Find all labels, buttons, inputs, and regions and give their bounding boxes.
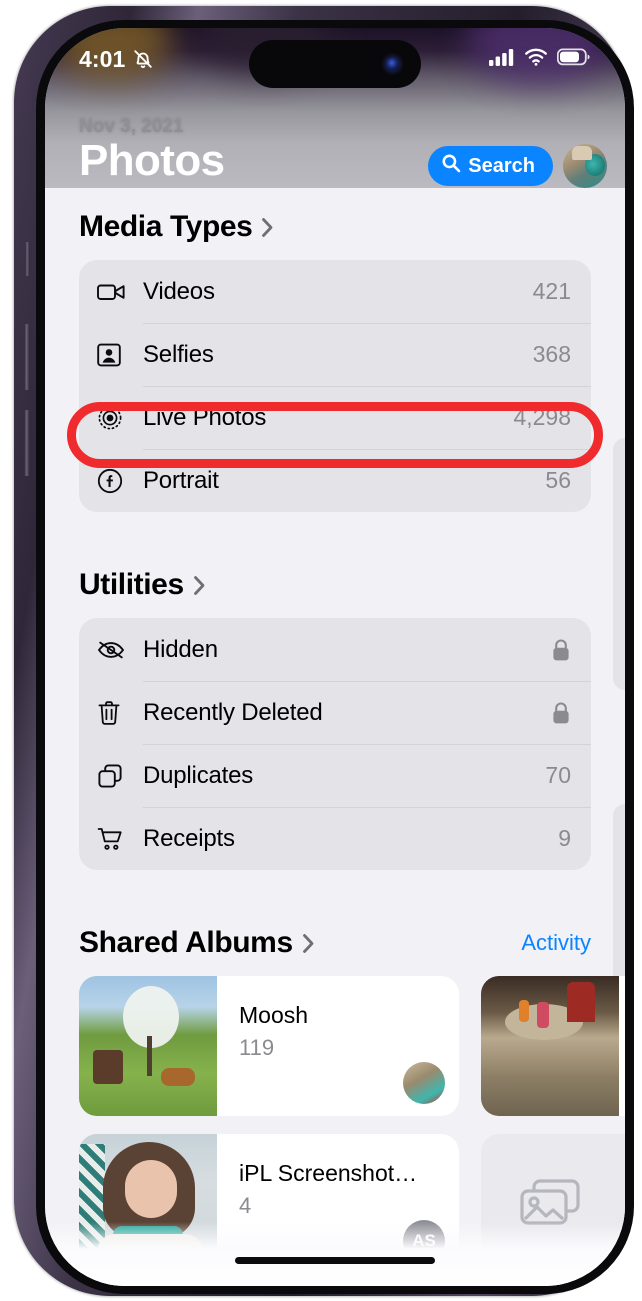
section-header-shared-albums[interactable]: Shared Albums Activity [45,926,625,960]
bell-slash-icon [132,48,154,70]
list-item-label: Hidden [143,635,218,663]
shared-albums-row: Moosh 119 Wow [79,976,625,1116]
list-item-receipts[interactable]: Receipts 9 [79,807,591,870]
list-item-duplicates[interactable]: Duplicates 70 [79,744,591,807]
search-icon [441,153,461,179]
album-participant-avatar [403,1062,445,1104]
trash-icon [97,700,143,726]
lock-icon [551,638,571,662]
front-camera-icon [386,57,399,71]
album-thumbnail-image [79,976,217,1116]
avatar[interactable] [563,144,607,188]
list-item-label: Selfies [143,340,214,368]
status-bar-left: 4:01 [79,46,154,73]
eye-slash-icon [97,639,143,661]
selfie-person-icon [97,343,143,367]
activity-link[interactable]: Activity [521,930,591,956]
album-name: Moosh [239,1002,309,1028]
section-header-utilities[interactable]: Utilities [45,568,625,602]
dynamic-island [249,40,421,88]
list-item-count: 368 [532,341,571,367]
search-button[interactable]: Search [428,146,553,186]
status-bar-right [489,47,593,71]
portrait-f-icon [97,468,143,494]
list-item-label: Live Photos [143,403,267,431]
nav-date-label: Nov 3, 2021 [79,116,184,137]
video-camera-icon [97,281,143,303]
list-item-count: 70 [545,762,571,788]
album-info: Moosh 119 [217,976,459,1116]
list-item-count: 9 [558,825,571,851]
list-item-portrait[interactable]: Portrait 56 [79,449,591,512]
section-title-media-types: Media Types [79,210,253,243]
section-title-utilities: Utilities [79,568,184,601]
status-time: 4:01 [79,45,126,72]
media-types-next-page-peek[interactable] [613,438,625,690]
battery-icon [556,47,591,71]
phone-frame: 4:01 Nov 3, 2021 Photos Search Media Typ… [14,6,634,1296]
chevron-right-icon [261,217,274,238]
list-item-count: 421 [532,278,571,304]
wifi-icon [524,48,548,71]
cellular-bars-icon [489,48,515,71]
search-button-label: Search [468,154,535,177]
live-photo-icon [97,405,143,431]
chevron-right-icon [302,933,315,954]
list-item-hidden[interactable]: Hidden [79,618,591,681]
bottom-fade [45,1222,625,1286]
volume-up-button[interactable] [24,324,30,390]
list-item-live-photos[interactable]: Live Photos 4,298 [79,386,591,449]
list-item-label: Receipts [143,824,235,852]
album-thumbnail [79,976,217,1116]
page-title: Photos [79,136,225,185]
photos-header: 4:01 Nov 3, 2021 Photos Search [45,28,625,188]
list-item-count: 56 [545,467,571,493]
phone-screen: 4:01 Nov 3, 2021 Photos Search Media Typ… [45,28,625,1286]
list-item-label: Videos [143,277,215,305]
album-count: 4 [239,1192,252,1218]
list-item-recently-deleted[interactable]: Recently Deleted [79,681,591,744]
album-name: iPL Screenshot… [239,1160,418,1186]
cart-icon [97,826,143,852]
utilities-card: Hidden Recently Deleted Duplicates 70 Re… [79,618,591,870]
duplicate-icon [97,763,143,789]
chevron-right-icon [193,575,206,596]
album-info: Wow 3 [619,976,625,1116]
media-types-card: Videos 421 Selfies 368 Live Photos 4,298… [79,260,591,512]
album-count: 119 [239,1034,275,1060]
shared-album-card[interactable]: Moosh 119 [79,976,459,1116]
list-item-label: Recently Deleted [143,698,323,726]
photos-content: Media Types Videos 421 Selfies 368 Live … [45,188,625,1286]
silent-switch-button[interactable] [25,242,30,276]
album-thumbnail [481,976,619,1116]
album-thumbnail-image [481,976,619,1116]
home-indicator[interactable] [235,1257,435,1264]
shared-album-card[interactable]: Wow 3 [481,976,625,1116]
section-header-media-types[interactable]: Media Types [45,210,625,244]
section-title-shared-albums: Shared Albums [79,926,293,959]
lock-icon [551,701,571,725]
list-item-videos[interactable]: Videos 421 [79,260,591,323]
list-item-label: Portrait [143,466,219,494]
list-item-label: Duplicates [143,761,254,789]
volume-down-button[interactable] [24,410,30,476]
list-item-count: 4,298 [513,404,571,430]
list-item-selfies[interactable]: Selfies 368 [79,323,591,386]
